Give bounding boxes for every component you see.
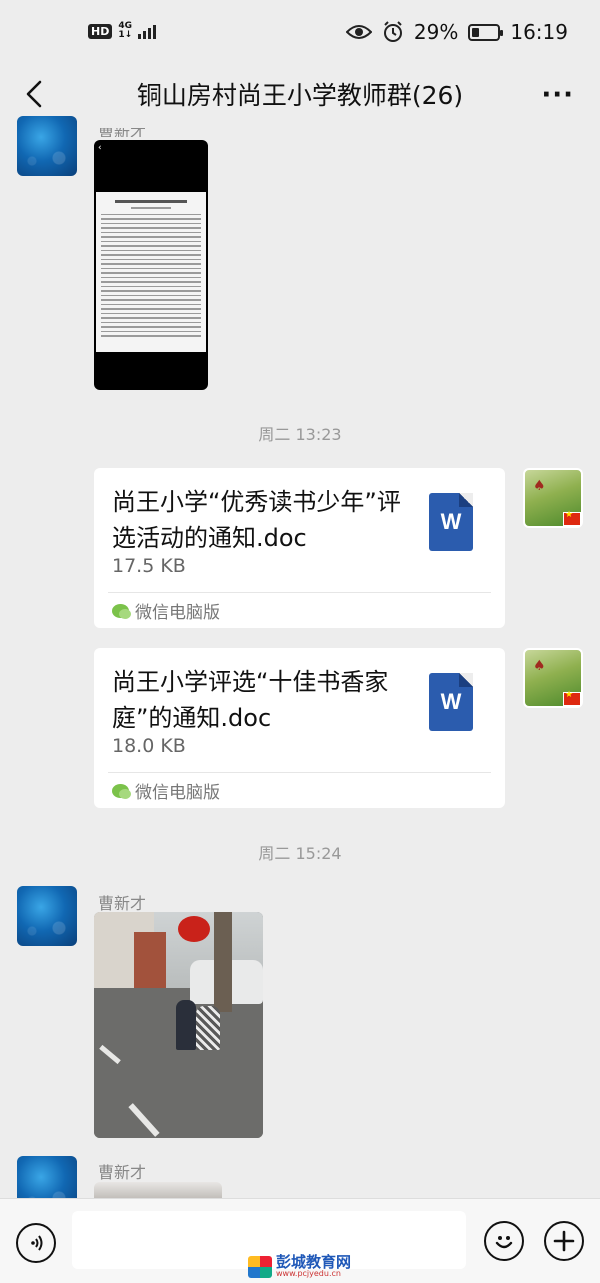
battery-percent: 29% [413, 20, 459, 44]
divider [108, 592, 491, 593]
emoji-icon[interactable] [484, 1221, 524, 1261]
word-icon-letter: W [440, 509, 462, 534]
image-message-document[interactable]: ‹ [94, 140, 208, 390]
timestamp: 周二 15:24 [258, 844, 342, 863]
document-page-thumbnail [96, 192, 206, 352]
flag-icon [563, 510, 581, 526]
watermark-url: www.pcjyedu.cn [276, 1269, 341, 1278]
word-doc-icon: W [429, 673, 473, 731]
wechat-mini-icon [112, 603, 131, 619]
status-right: 29% 16:19 [345, 20, 568, 44]
file-size: 18.0 KB [112, 735, 186, 757]
lantern [178, 916, 210, 942]
watermark: 彭城教育网 www.pcjyedu.cn [248, 1255, 351, 1278]
flag-icon [563, 690, 581, 706]
wechat-mini-icon [112, 783, 131, 799]
hd-badge: HD [88, 23, 113, 39]
child-figure [176, 1000, 196, 1050]
voice-icon[interactable] [16, 1223, 56, 1263]
file-message[interactable]: 尚王小学“优秀读书少年”评选活动的通知.doc 17.5 KB W 微信电脑版 [94, 468, 505, 628]
sender-name: 曹新才 [98, 1163, 147, 1182]
file-source: 微信电脑版 [112, 778, 220, 803]
word-icon-letter: W [440, 689, 462, 714]
more-options-icon[interactable]: ··· [541, 80, 574, 110]
watermark-logo-icon [248, 1255, 272, 1278]
network-sub: 1↓ [118, 30, 133, 40]
chat-title: 铜山房村尚王小学教师群(26) [136, 81, 464, 110]
file-source-label: 微信电脑版 [135, 603, 220, 623]
image-message-photo[interactable] [94, 912, 263, 1138]
signal-icon [138, 23, 157, 39]
avatar[interactable] [17, 116, 77, 176]
file-source-label: 微信电脑版 [135, 783, 220, 803]
eye-icon [345, 25, 372, 39]
timestamp: 周二 13:23 [258, 425, 342, 444]
plus-icon[interactable] [544, 1221, 584, 1261]
chat-header: 铜山房村尚王小学教师群(26) ··· [0, 66, 600, 124]
sender-name: 曹新才 [98, 894, 147, 913]
file-size: 17.5 KB [112, 555, 186, 577]
file-message[interactable]: 尚王小学评选“十佳书香家庭”的通知.doc 18.0 KB W 微信电脑版 [94, 648, 505, 808]
document-back-arrow: ‹ [98, 143, 102, 153]
status-bar: HD 4G 1↓ 29% 16:19 [0, 0, 600, 66]
file-name: 尚王小学评选“十佳书香家庭”的通知.doc [112, 668, 389, 732]
bird-icon: ♠ [533, 658, 546, 674]
clock: 16:19 [510, 20, 568, 44]
word-doc-icon: W [429, 493, 473, 551]
child-figure [196, 1006, 220, 1050]
watermark-name: 彭城教育网 [276, 1253, 352, 1271]
file-source: 微信电脑版 [112, 598, 220, 623]
network-type: 4G 1↓ [118, 22, 132, 40]
file-name: 尚王小学“优秀读书少年”评选活动的通知.doc [112, 488, 401, 552]
status-left: HD 4G 1↓ [88, 22, 157, 40]
avatar[interactable] [17, 886, 77, 946]
battery-icon [468, 23, 504, 41]
bird-icon: ♠ [533, 478, 546, 494]
alarm-icon [383, 21, 402, 42]
divider [108, 772, 491, 773]
